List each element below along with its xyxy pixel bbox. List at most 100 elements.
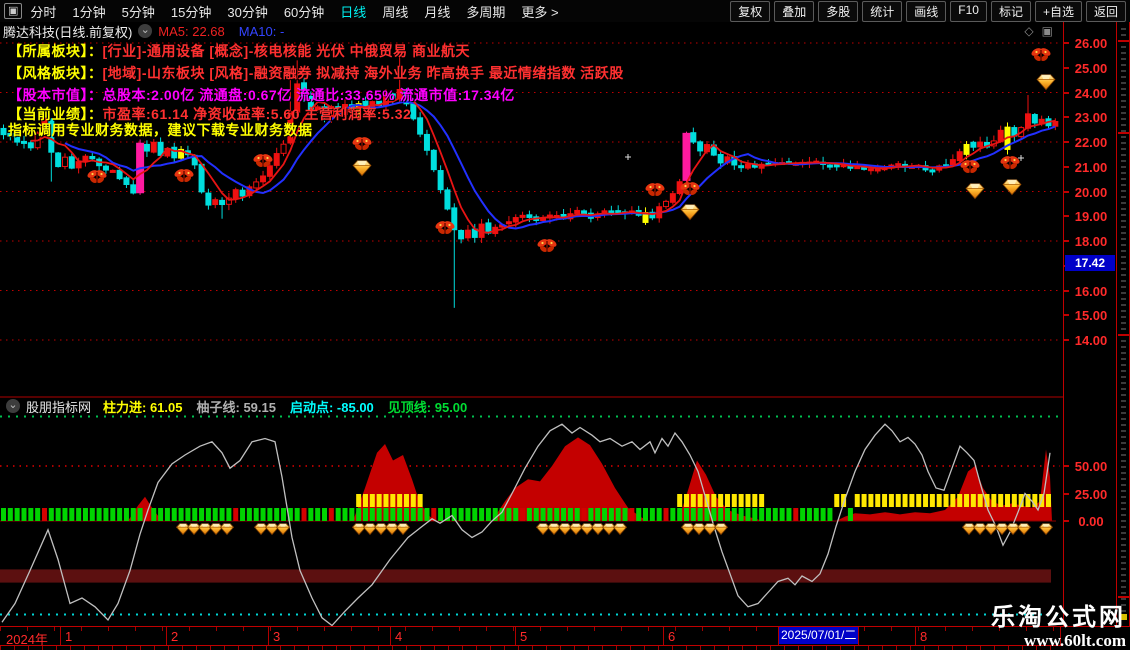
toolbar-button-3[interactable]: 多股	[818, 0, 859, 22]
period-tabs: 分时 1分钟 5分钟 15分钟 30分钟 60分钟 日线 周线 月线 多周期 更多 >	[30, 2, 558, 21]
price-tick-15.00: 15.00	[1074, 308, 1108, 324]
toolbar-button-1[interactable]: 复权	[730, 0, 771, 22]
diamond-gem-icon	[351, 523, 367, 536]
indicator-tick-0: 0.00	[1078, 514, 1104, 529]
indicator-value-3: 启动点: -85.00	[289, 399, 374, 415]
diamond-gem-icon	[983, 523, 999, 536]
period-tab-5[interactable]: 30分钟	[227, 2, 267, 21]
indicator-white-line	[1, 423, 1051, 627]
period-tab-11[interactable]: 更多 >	[521, 2, 558, 21]
toolbar-buttons: 复权 叠加 多股 统计 画线 F10 标记 +自选 返回	[730, 0, 1126, 22]
toolbar-button-2[interactable]: 叠加	[774, 0, 815, 22]
app-window: ▣ 分时 1分钟 5分钟 15分钟 30分钟 60分钟 日线 周线 月线 多周期 更多 > 复权 叠加…	[0, 0, 1130, 650]
window-restore-icon[interactable]: ▣	[1042, 24, 1053, 38]
indicator-tick-50: 50.00	[1074, 459, 1108, 474]
diamond-gem-icon	[972, 523, 988, 536]
toolbar-button-6[interactable]: F10	[950, 0, 987, 22]
stock-title: 腾达科技(日线.前复权)	[3, 24, 133, 40]
diamond-gem-icon	[590, 523, 606, 536]
diamond-outline-icon[interactable]: ◇	[1024, 24, 1033, 38]
price-tick-23.00: 23.00	[1074, 110, 1108, 126]
diamond-gem-icon	[1002, 179, 1022, 196]
chevron-down-icon[interactable]: ⌄	[138, 24, 153, 38]
diamond-gem-icon	[395, 523, 411, 536]
butterfly-icon	[537, 239, 557, 253]
diamond-gem-icon	[680, 204, 700, 221]
indicator-tick-25: 25.00	[1074, 486, 1108, 502]
butterfly-icon	[352, 137, 372, 151]
diamond-gem-icon	[568, 523, 584, 536]
price-tick-25.00: 25.00	[1074, 60, 1108, 76]
info-line-3: 【股本市值】：总股本:2.00亿 流通盘:0.67亿 流通比:33.65% 流通…	[8, 87, 515, 103]
diamond-gem-icon	[680, 523, 696, 536]
right-edge-strip	[1118, 22, 1130, 626]
toolbar-button-8[interactable]: +自选	[1034, 0, 1082, 22]
diamond-gem-icon	[961, 523, 977, 536]
indicator-value-2: 柚子线: 59.15	[196, 399, 276, 415]
diamond-gem-icon	[612, 523, 628, 536]
window-icon[interactable]: ▣	[4, 3, 23, 19]
watermark-site-name: 乐淘公式网	[991, 604, 1126, 631]
ma10-value: MA10: -	[238, 23, 285, 39]
indicator-chevron-icon[interactable]: ⌄	[6, 399, 20, 413]
time-tick-9: 8	[920, 629, 928, 644]
toolbar-button-4[interactable]: 统计	[862, 0, 903, 22]
price-tick-16.00: 16.00	[1074, 283, 1108, 299]
indicator-value-1: 柱力进: 61.05	[103, 399, 183, 415]
top-toolbar: ▣ 分时 1分钟 5分钟 15分钟 30分钟 60分钟 日线 周线 月线 多周期 更多 > 复权 叠加…	[0, 0, 1130, 22]
time-tick-5: 4	[395, 629, 403, 644]
price-tick-22.00: 22.00	[1074, 135, 1108, 150]
price-tick-18.00: 18.00	[1074, 234, 1108, 249]
price-tick-19.00: 19.00	[1074, 209, 1108, 225]
titlebar-corner-icons: ◇ ▣	[1024, 24, 1053, 38]
period-tab-4[interactable]: 15分钟	[171, 2, 211, 21]
diamond-gem-icon	[994, 523, 1010, 536]
diamond-gem-icon	[197, 523, 213, 536]
price-tick-14.00: 14.00	[1074, 333, 1108, 348]
diamond-gem-icon	[1036, 74, 1056, 91]
butterfly-icon	[1000, 156, 1020, 170]
clipped-sidebar-text	[1121, 28, 1126, 618]
watermark: 乐淘公式网 www.60lt.com	[991, 605, 1126, 650]
diamond-gem-icon	[352, 160, 372, 177]
diamond-gem-icon	[264, 523, 280, 536]
diamond-gem-icon	[1016, 523, 1032, 536]
diamond-gem-icon	[362, 523, 378, 536]
title-bar: 腾达科技(日线.前复权) ⌄ MA5: 22.68 MA10: - ◇ ▣	[0, 22, 1063, 40]
diamond-gem-icon	[557, 523, 573, 536]
time-tick-7: 6	[668, 629, 676, 644]
time-tick-6: 5	[520, 629, 528, 644]
period-tab-1[interactable]: 分时	[30, 2, 56, 21]
price-tick-24.00: 24.00	[1074, 85, 1108, 101]
diamond-gem-icon	[965, 183, 985, 200]
toolbar-button-7[interactable]: 标记	[990, 0, 1031, 22]
current-date-badge: 2025/07/01/二	[779, 627, 858, 644]
period-tab-2[interactable]: 1分钟	[72, 2, 105, 21]
diamond-gem-icon	[219, 523, 235, 536]
diamond-gem-icon	[601, 523, 617, 536]
butterfly-icon	[174, 169, 194, 183]
time-tick-1: 2024年	[6, 632, 48, 647]
diamond-gem-icon	[186, 523, 202, 536]
diamond-gem-icon	[175, 523, 191, 536]
period-tab-10[interactable]: 多周期	[466, 2, 505, 21]
time-tick-4: 3	[273, 629, 281, 644]
diamond-gem-icon	[1005, 523, 1021, 536]
indicator-value-4: 见顶线: 95.00	[387, 399, 468, 415]
period-tab-7[interactable]: 日线	[340, 2, 366, 21]
period-tab-8[interactable]: 周线	[382, 2, 408, 21]
butterfly-icon	[645, 183, 665, 197]
diamond-gem-icon	[384, 523, 400, 536]
toolbar-button-9[interactable]: 返回	[1085, 0, 1126, 22]
toolbar-button-5[interactable]: 画线	[906, 0, 947, 22]
indicator-values: 柱力进: 61.05 柚子线: 59.15 启动点: -85.00 见顶线: 95.0…	[103, 397, 481, 416]
period-tab-9[interactable]: 月线	[424, 2, 450, 21]
indicator-header: ⌄ 股朋指标网 柱力进: 61.05 柚子线: 59.15 启动点: -85.00 见…	[0, 397, 1060, 416]
price-tick-21.00: 21.00	[1074, 159, 1108, 175]
diamond-gem-icon	[275, 523, 291, 536]
diamond-gem-icon	[702, 523, 718, 536]
period-tab-3[interactable]: 5分钟	[122, 2, 155, 21]
diamond-gem-icon	[373, 523, 389, 536]
butterfly-icon	[87, 170, 107, 184]
period-tab-6[interactable]: 60分钟	[284, 2, 324, 21]
